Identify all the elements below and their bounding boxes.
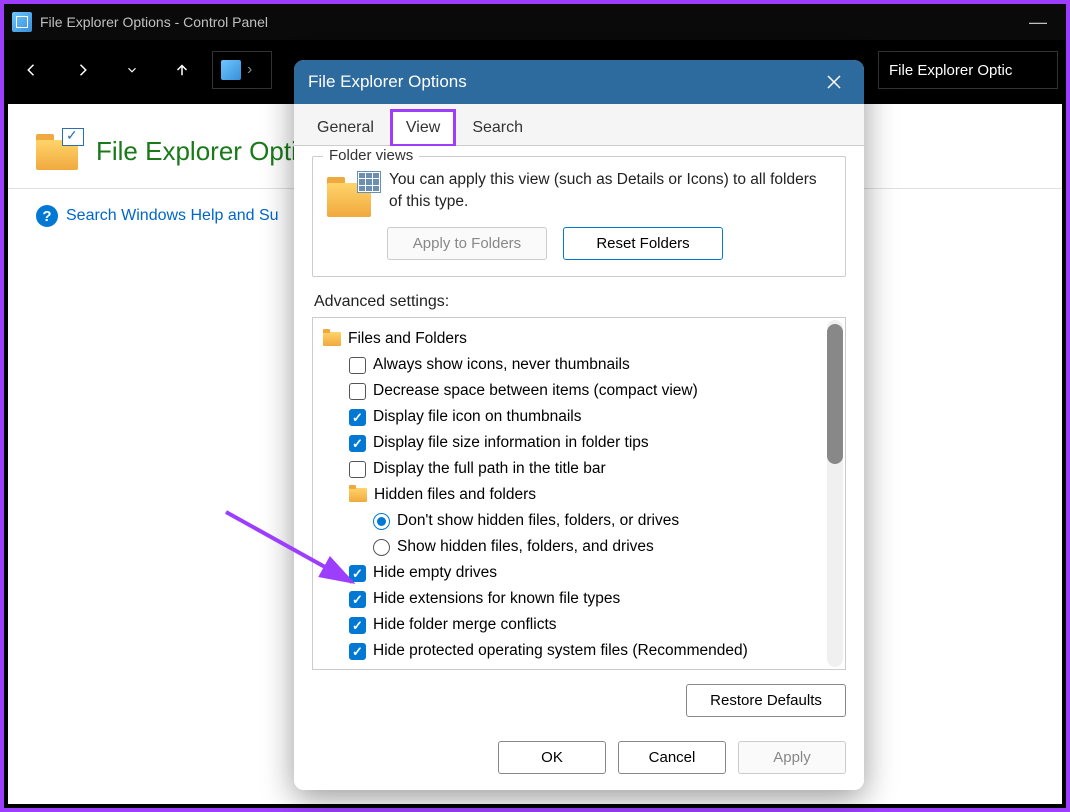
checkbox-always-show-icons[interactable]: [349, 357, 366, 374]
label-launch-separate: Launch folder windows in a separate proc…: [373, 665, 683, 670]
apply-to-folders-button[interactable]: Apply to Folders: [387, 227, 547, 260]
checkbox-file-icon-thumbnails[interactable]: [349, 409, 366, 426]
dialog-titlebar: File Explorer Options: [294, 60, 864, 104]
label-hide-extensions: Hide extensions for known file types: [373, 587, 620, 611]
tree-scrollbar-thumb[interactable]: [827, 324, 843, 464]
radio-dont-show-hidden[interactable]: [373, 513, 390, 530]
cancel-button[interactable]: Cancel: [618, 741, 726, 774]
checkbox-hide-empty-drives[interactable]: [349, 565, 366, 582]
dialog-close-button[interactable]: [818, 66, 850, 98]
dialog-tabs: General View Search: [294, 104, 864, 146]
tab-view[interactable]: View: [391, 110, 455, 146]
tab-general[interactable]: General: [302, 110, 389, 145]
history-dropdown[interactable]: [112, 50, 152, 90]
label-full-path-titlebar: Display the full path in the title bar: [373, 457, 606, 481]
reset-folders-button[interactable]: Reset Folders: [563, 227, 723, 260]
label-show-hidden: Show hidden files, folders, and drives: [397, 535, 654, 559]
breadcrumb-separator: ›: [247, 61, 252, 79]
checkbox-hide-merge-conflicts[interactable]: [349, 617, 366, 634]
label-always-show-icons: Always show icons, never thumbnails: [373, 353, 630, 377]
back-button[interactable]: [12, 50, 52, 90]
dialog-footer: OK Cancel Apply: [294, 731, 864, 790]
file-explorer-options-dialog: File Explorer Options General View Searc…: [294, 60, 864, 790]
address-bar[interactable]: ›: [212, 51, 272, 89]
advanced-settings-label: Advanced settings:: [314, 293, 846, 311]
apply-button[interactable]: Apply: [738, 741, 846, 774]
up-button[interactable]: [162, 50, 202, 90]
folder-views-legend: Folder views: [323, 147, 419, 164]
checkbox-full-path-titlebar[interactable]: [349, 461, 366, 478]
folder-views-icon: [327, 173, 377, 217]
checkbox-hide-extensions[interactable]: [349, 591, 366, 608]
checkbox-hide-protected-os[interactable]: [349, 643, 366, 660]
advanced-settings-tree[interactable]: Files and Folders Always show icons, nev…: [312, 317, 846, 670]
restore-defaults-button[interactable]: Restore Defaults: [686, 684, 846, 717]
folder-views-text: You can apply this view (such as Details…: [389, 169, 831, 212]
label-hide-merge-conflicts: Hide folder merge conflicts: [373, 613, 557, 637]
window-titlebar: File Explorer Options - Control Panel —: [4, 4, 1066, 40]
location-icon: [221, 60, 241, 80]
search-placeholder: File Explorer Optic: [889, 62, 1012, 79]
window-controls: —: [1018, 12, 1058, 33]
folder-icon: [323, 332, 341, 346]
app-icon: [12, 12, 32, 32]
minimize-button[interactable]: —: [1018, 12, 1058, 33]
checkbox-file-size-tips[interactable]: [349, 435, 366, 452]
label-dont-show-hidden: Don't show hidden files, folders, or dri…: [397, 509, 679, 533]
radio-show-hidden[interactable]: [373, 539, 390, 556]
tree-group-files-folders: Files and Folders: [348, 327, 467, 351]
help-icon: ?: [36, 205, 58, 227]
label-compact-view: Decrease space between items (compact vi…: [373, 379, 698, 403]
forward-button[interactable]: [62, 50, 102, 90]
search-input[interactable]: File Explorer Optic: [878, 51, 1058, 89]
ok-button[interactable]: OK: [498, 741, 606, 774]
folder-options-hero-icon: [36, 132, 78, 170]
label-file-icon-thumbnails: Display file icon on thumbnails: [373, 405, 582, 429]
tab-search[interactable]: Search: [457, 110, 538, 145]
checkbox-compact-view[interactable]: [349, 383, 366, 400]
label-hide-empty-drives: Hide empty drives: [373, 561, 497, 585]
folder-views-group: Folder views You can apply this view (su…: [312, 156, 846, 277]
checkbox-launch-separate[interactable]: [349, 669, 366, 670]
dialog-title: File Explorer Options: [308, 72, 467, 92]
tree-group-hidden: Hidden files and folders: [374, 483, 536, 507]
label-file-size-tips: Display file size information in folder …: [373, 431, 649, 455]
label-hide-protected-os: Hide protected operating system files (R…: [373, 639, 748, 663]
folder-icon: [349, 488, 367, 502]
page-title: File Explorer Optio: [96, 136, 311, 167]
window-title: File Explorer Options - Control Panel: [40, 14, 268, 30]
help-link[interactable]: Search Windows Help and Su: [66, 207, 279, 225]
